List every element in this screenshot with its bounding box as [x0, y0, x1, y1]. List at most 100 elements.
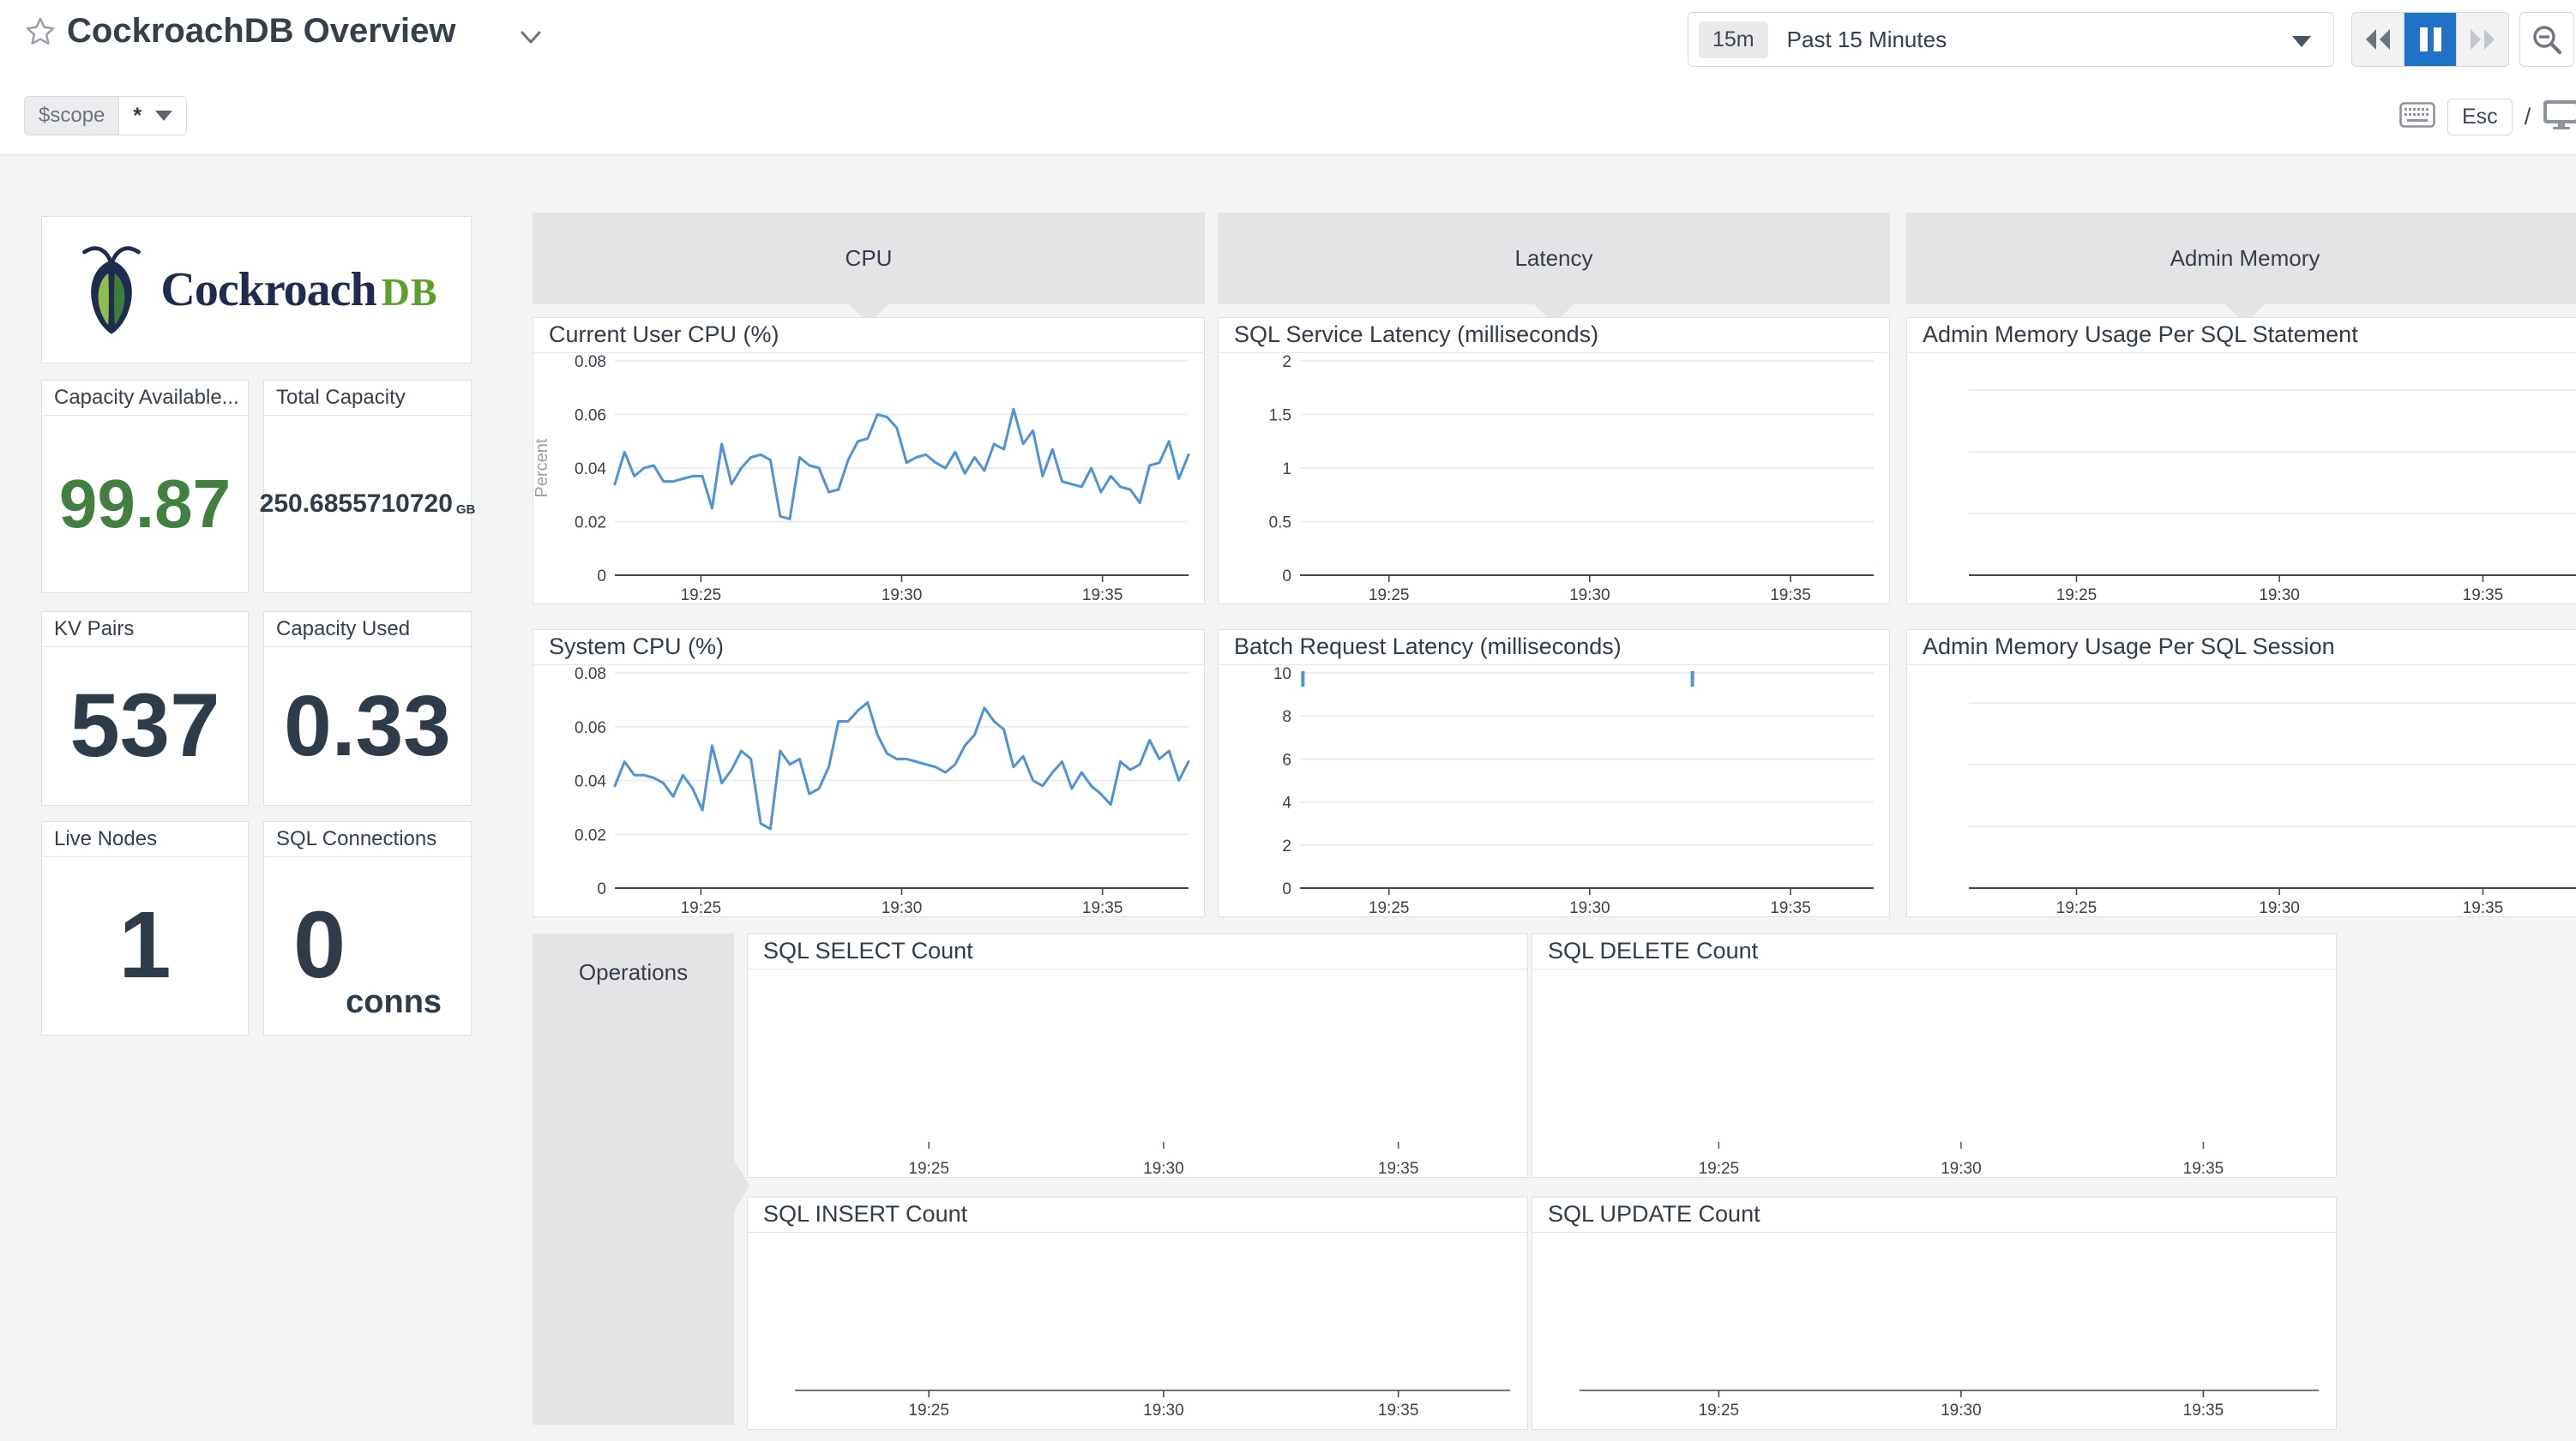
svg-text:0.06: 0.06: [575, 719, 606, 737]
svg-text:0.08: 0.08: [575, 353, 606, 371]
chart-title: Admin Memory Usage Per SQL Session: [1907, 630, 2576, 665]
group-header-admin-memory[interactable]: Admin Memory: [1906, 213, 2576, 304]
stat-title: Live Nodes: [42, 822, 248, 857]
svg-text:19:35: 19:35: [2183, 1160, 2224, 1177]
stat-value: 0.33: [284, 683, 451, 769]
time-range-label: Past 15 Minutes: [1787, 27, 1947, 53]
group-header-operations[interactable]: Operations: [533, 934, 734, 1425]
chart-card-sql-select-count[interactable]: SQL SELECT Count 19:2519:3019:35: [747, 934, 1528, 1178]
svg-text:19:30: 19:30: [1569, 899, 1610, 916]
svg-text:0: 0: [1282, 880, 1291, 898]
chart-card-admin-mem-session[interactable]: Admin Memory Usage Per SQL Session 19:25…: [1906, 629, 2576, 917]
svg-text:19:35: 19:35: [1378, 1402, 1419, 1420]
svg-text:19:30: 19:30: [1143, 1402, 1184, 1420]
svg-text:2: 2: [1282, 838, 1291, 856]
svg-text:0.04: 0.04: [575, 460, 606, 478]
svg-text:19:25: 19:25: [1699, 1160, 1740, 1177]
scope-var-value: *: [133, 104, 141, 129]
stat-card-live-nodes: Live Nodes 1: [41, 821, 249, 1036]
stat-card-capacity-used: Capacity Used 0.33: [263, 611, 472, 806]
chart-title: System CPU (%): [533, 630, 1204, 665]
top-header: CockroachDB Overview 15m Past 15 Minutes…: [0, 0, 2576, 155]
svg-text:0.04: 0.04: [575, 773, 606, 791]
time-range-selector[interactable]: 15m Past 15 Minutes: [1688, 12, 2334, 67]
svg-text:0: 0: [597, 880, 606, 898]
stat-card-sql-connections: SQL Connections 0conns: [263, 821, 472, 1036]
chart-card-sql-update-count[interactable]: SQL UPDATE Count 19:25 19:30 19:35: [1532, 1197, 2337, 1430]
svg-text:19:30: 19:30: [2259, 899, 2300, 916]
chart-card-admin-mem-statement[interactable]: Admin Memory Usage Per SQL Statement 19:…: [1906, 317, 2576, 604]
svg-text:19:25: 19:25: [681, 586, 722, 603]
chart-title: SQL INSERT Count: [748, 1198, 1527, 1233]
svg-text:0.5: 0.5: [1269, 514, 1291, 532]
stat-card-kv-pairs: KV Pairs 537: [41, 611, 249, 806]
stat-title: SQL Connections: [264, 822, 471, 857]
zoom-out-button[interactable]: [2519, 12, 2574, 67]
time-back-button[interactable]: [2352, 13, 2404, 66]
svg-text:19:25: 19:25: [681, 899, 722, 916]
stat-title: Capacity Used: [264, 612, 471, 647]
chart-title: SQL DELETE Count: [1532, 934, 2336, 970]
fullscreen-monitor-icon[interactable]: [2543, 99, 2576, 135]
chevron-down-icon[interactable]: [518, 29, 544, 51]
svg-text:19:35: 19:35: [2463, 899, 2504, 916]
time-range-caret-icon: [2292, 36, 2311, 47]
group-header-latency[interactable]: Latency: [1218, 213, 1890, 304]
chart-card-system-cpu[interactable]: System CPU (%) 00.020.040.060.0819:2519:…: [533, 629, 1205, 917]
chart-plot: 19:2519:3019:35: [748, 1232, 1527, 1429]
scope-caret-icon: [155, 111, 172, 121]
logo-db-text: DB: [382, 270, 438, 314]
keyboard-icon[interactable]: [2399, 102, 2435, 132]
chart-card-current-user-cpu[interactable]: Current User CPU (%) 00.020.040.060.0819…: [533, 317, 1205, 604]
stat-title: Capacity Available...: [42, 381, 248, 416]
favorite-star-icon[interactable]: [24, 15, 57, 52]
svg-text:19:35: 19:35: [1770, 899, 1811, 916]
stat-title: KV Pairs: [42, 612, 248, 647]
stat-title: Total Capacity: [264, 381, 471, 416]
chart-title: SQL SELECT Count: [748, 934, 1527, 970]
chart-title: SQL Service Latency (milliseconds): [1219, 318, 1889, 353]
svg-text:19:30: 19:30: [1941, 1402, 1982, 1420]
chart-card-sql-service-latency[interactable]: SQL Service Latency (milliseconds) 0 0.5 1…: [1218, 317, 1890, 604]
zoom-out-icon: [2531, 23, 2563, 56]
chart-plot: 00.020.040.060.0819:2519:3019:35: [533, 664, 1204, 916]
svg-text:19:25: 19:25: [1369, 899, 1410, 916]
svg-text:19:30: 19:30: [2259, 586, 2300, 603]
svg-text:19:25: 19:25: [1369, 586, 1410, 603]
time-range-badge: 15m: [1699, 21, 1768, 58]
cockroachdb-logo-card: CockroachDB: [41, 216, 472, 363]
pause-button[interactable]: [2404, 13, 2457, 66]
svg-text:19:30: 19:30: [1143, 1160, 1184, 1177]
svg-text:19:30: 19:30: [1569, 586, 1610, 603]
svg-text:19:25: 19:25: [2056, 899, 2098, 916]
group-header-cpu[interactable]: CPU: [533, 213, 1205, 304]
chart-plot: 19:2519:3019:35: [1907, 352, 2576, 603]
scope-var-name: $scope: [25, 97, 119, 135]
svg-text:0: 0: [1282, 567, 1291, 585]
chart-card-batch-request-latency[interactable]: Batch Request Latency (milliseconds) 024…: [1218, 629, 1890, 917]
svg-text:2: 2: [1282, 353, 1291, 371]
logo-text: Cockroach: [160, 263, 376, 316]
stat-value: 250.6855710720: [260, 491, 453, 517]
time-forward-button[interactable]: [2457, 13, 2508, 66]
stat-value: 99.87: [59, 470, 231, 538]
esc-key-badge[interactable]: Esc: [2447, 99, 2513, 135]
svg-text:19:35: 19:35: [2183, 1402, 2224, 1420]
chart-plot: 19:25 19:30 19:35: [1907, 664, 2576, 916]
chart-plot: 19:25 19:30 19:35: [1532, 1232, 2336, 1429]
stat-unit: conns: [346, 984, 442, 1021]
svg-text:19:35: 19:35: [1770, 586, 1811, 603]
chart-card-sql-delete-count[interactable]: SQL DELETE Count 19:2519:3019:35: [1532, 934, 2337, 1178]
svg-text:1.5: 1.5: [1269, 407, 1291, 425]
chart-title: SQL UPDATE Count: [1532, 1198, 2336, 1233]
template-variable-scope[interactable]: $scope *: [24, 96, 187, 135]
svg-text:6: 6: [1282, 751, 1291, 769]
svg-text:10: 10: [1273, 665, 1291, 683]
svg-text:19:30: 19:30: [882, 899, 923, 916]
stat-value: 1: [118, 898, 171, 993]
group-label: Latency: [1514, 245, 1592, 272]
chart-card-sql-insert-count[interactable]: SQL INSERT Count 19:2519:3019:35: [747, 1197, 1528, 1430]
svg-text:19:25: 19:25: [1699, 1402, 1740, 1420]
dashboard-canvas: CockroachDB Capacity Available... 99.87 …: [0, 155, 2576, 1441]
svg-text:8: 8: [1282, 708, 1291, 726]
